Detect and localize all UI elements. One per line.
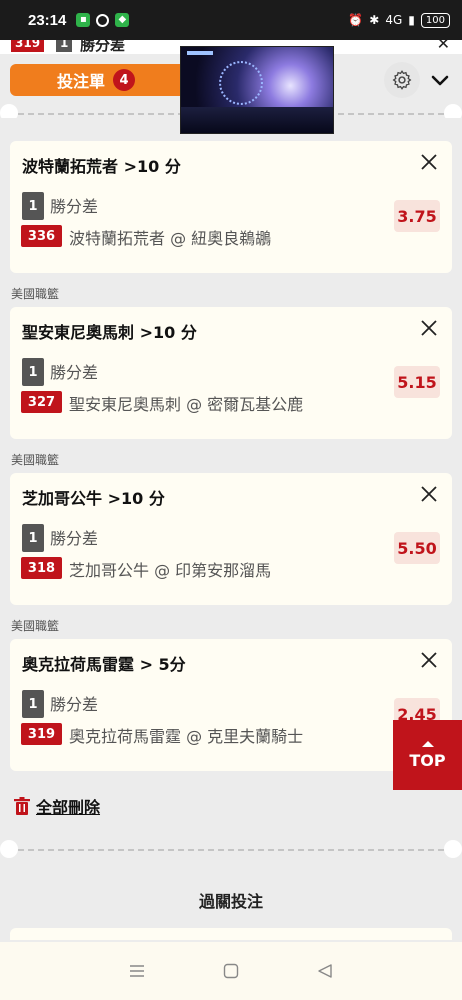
close-icon[interactable] (420, 651, 438, 669)
menu-icon[interactable] (128, 962, 146, 980)
bet-card: 聖安東尼奧馬刺 >10 分 1 勝分差 327 聖安東尼奧馬刺 @ 密爾瓦基公鹿… (10, 307, 452, 439)
league-label: 美國職籃 (11, 619, 60, 633)
game-code-badge: 318 (21, 557, 62, 579)
back-icon[interactable] (316, 962, 334, 980)
parlay-section-title: 過關投注 (0, 870, 462, 930)
delete-all-button[interactable]: 全部刪除 (14, 794, 100, 818)
divider-perforation (0, 840, 462, 860)
peek-market-name: 勝分差 (80, 40, 126, 54)
game-code-badge: 327 (21, 391, 62, 413)
perforation-dot-left (0, 840, 18, 858)
market-number: 1 (22, 358, 44, 386)
peek-market-num: 1 (56, 40, 73, 52)
betslip-label: 投注單 (56, 72, 105, 91)
app-notification-icon: ▪ (76, 13, 91, 27)
perforation-dot-right (444, 840, 462, 858)
alarm-icon: ⏰ (348, 13, 364, 27)
market-number: 1 (22, 192, 44, 220)
stage-ring (219, 61, 263, 105)
bet-selection: 波特蘭拓荒者 >10 分 (22, 157, 181, 176)
game-code-badge: 336 (21, 225, 62, 247)
broadcast-logo (187, 51, 213, 55)
bet-list: 波特蘭拓荒者 >10 分 1 勝分差 336 波特蘭拓荒者 @ 紐奧良鵜鶘 3.… (0, 118, 462, 998)
network-label: 4G (385, 13, 403, 27)
arrow-up-icon (421, 740, 434, 747)
settings-button[interactable] (384, 62, 420, 98)
parlay-title: 過關投注 (198, 892, 263, 911)
perforation-line (18, 849, 444, 851)
bet-selection: 奧克拉荷馬雷霆 > 5分 (22, 655, 186, 674)
bluetooth-icon: ✱ (369, 13, 380, 27)
system-nav-bar (0, 942, 462, 1000)
trash-icon (14, 797, 30, 815)
market-name: 勝分差 (50, 363, 99, 382)
shield-icon: ◆ (115, 13, 130, 27)
status-time: 23:14 (28, 11, 67, 29)
match-name: 芝加哥公牛 @ 印第安那溜馬 (69, 561, 272, 580)
market-name: 勝分差 (50, 197, 99, 216)
instagram-icon (96, 13, 110, 27)
bet-selection: 芝加哥公牛 >10 分 (22, 489, 165, 508)
bet-selection: 聖安東尼奧馬刺 >10 分 (22, 323, 197, 342)
gear-icon (392, 70, 412, 90)
live-video-thumbnail[interactable] (180, 46, 334, 134)
peek-close-icon[interactable]: ✕ (437, 40, 450, 53)
chevron-down-icon[interactable] (428, 68, 452, 92)
top-label: TOP (409, 750, 446, 770)
close-icon[interactable] (420, 319, 438, 337)
bet-card: 芝加哥公牛 >10 分 1 勝分差 318 芝加哥公牛 @ 印第安那溜馬 5.5… (10, 473, 452, 605)
market-name: 勝分差 (50, 695, 99, 714)
delete-all-label: 全部刪除 (36, 798, 101, 817)
match-name: 聖安東尼奧馬刺 @ 密爾瓦基公鹿 (69, 395, 304, 414)
status-right: ⏰ ✱ 4G ▮ 100 (348, 12, 450, 28)
battery-icon: 100 (420, 12, 450, 28)
match-name: 波特蘭拓荒者 @ 紐奧良鵜鶘 (69, 229, 272, 248)
close-icon[interactable] (420, 153, 438, 171)
game-code-badge: 319 (21, 723, 62, 745)
bet-card: 奧克拉荷馬雷霆 > 5分 1 勝分差 319 奧克拉荷馬雷霆 @ 克里夫蘭騎士 … (10, 639, 452, 771)
close-icon[interactable] (420, 485, 438, 503)
market-number: 1 (22, 690, 44, 718)
bet-card: 波特蘭拓荒者 >10 分 1 勝分差 336 波特蘭拓荒者 @ 紐奧良鵜鶘 3.… (10, 141, 452, 273)
parlay-card-edge (10, 928, 452, 940)
market-name: 勝分差 (50, 529, 99, 548)
odds-value[interactable]: 5.15 (394, 366, 440, 398)
status-bar: 23:14 ▪ ◆ ⏰ ✱ 4G ▮ 100 (0, 0, 462, 40)
odds-value[interactable]: 5.50 (394, 532, 440, 564)
betslip-tab[interactable]: 投注單 4 (10, 64, 182, 96)
stage-floor (181, 107, 333, 133)
betslip-count-badge: 4 (113, 69, 135, 91)
signal-icon: ▮ (408, 13, 415, 27)
peek-bet-code: 319 (11, 40, 45, 52)
league-label: 美國職籃 (11, 287, 60, 301)
league-label: 美國職籃 (11, 453, 60, 467)
home-icon[interactable] (222, 962, 240, 980)
match-name: 奧克拉荷馬雷霆 @ 克里夫蘭騎士 (69, 727, 304, 746)
scroll-top-button[interactable]: TOP (393, 720, 462, 790)
market-number: 1 (22, 524, 44, 552)
odds-value[interactable]: 3.75 (394, 200, 440, 232)
